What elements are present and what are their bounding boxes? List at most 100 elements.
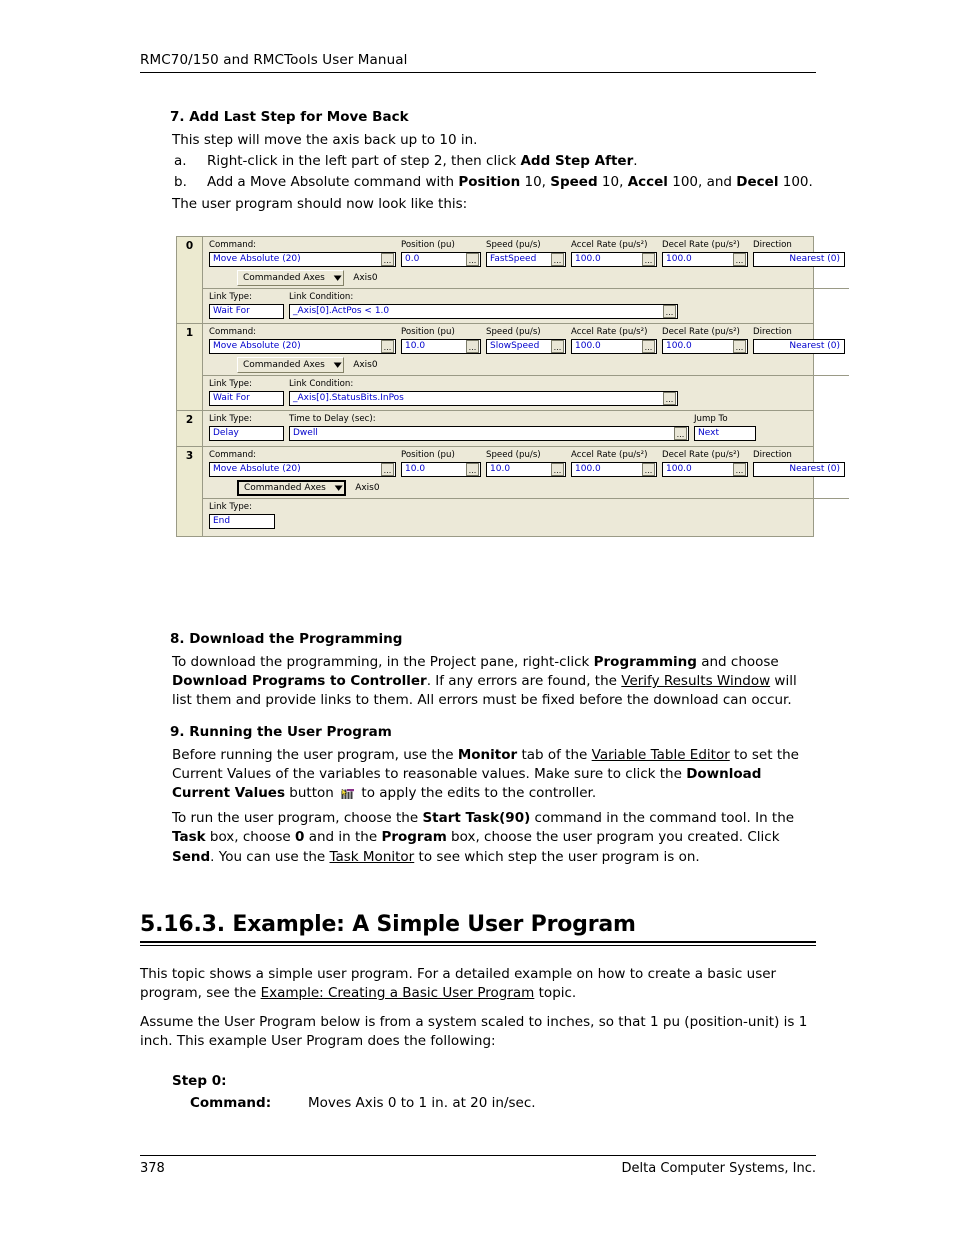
text-run: . <box>633 153 638 170</box>
jump-to-input[interactable]: Next <box>694 426 756 441</box>
speed-input[interactable]: FastSpeed ... <box>486 252 566 267</box>
browse-ellipsis-button[interactable]: ... <box>466 340 479 353</box>
field-label: Command: <box>209 240 257 250</box>
browse-ellipsis-button[interactable]: ... <box>642 253 655 266</box>
browse-ellipsis-button[interactable]: ... <box>551 463 564 476</box>
speed-value: SlowSpeed <box>490 341 540 351</box>
field-link-type: Link Type: End <box>209 502 275 529</box>
field-direction: Direction Nearest (0) <box>753 240 845 267</box>
text-run: 100, and <box>667 174 737 191</box>
inline-link[interactable]: Verify Results Window <box>621 673 770 689</box>
position-input[interactable]: 0.0 ... <box>401 252 481 267</box>
direction-input[interactable]: Nearest (0) <box>753 462 845 477</box>
browse-ellipsis-button[interactable]: ... <box>733 253 746 266</box>
decel-input[interactable]: 100.0 ... <box>662 252 748 267</box>
browse-ellipsis-button[interactable]: ... <box>733 463 746 476</box>
time-to-delay-input[interactable]: Dwell ... <box>289 426 689 441</box>
commanded-axes-dropdown[interactable]: Commanded Axes ▼ <box>237 357 345 373</box>
link-type-input[interactable]: Delay <box>209 426 284 441</box>
speed-input[interactable]: SlowSpeed ... <box>486 339 566 354</box>
field-label: Speed (pu/s) <box>486 240 541 250</box>
link-condition-input[interactable]: _Axis[0].StatusBits.InPos ... <box>289 391 678 406</box>
speed-input[interactable]: 10.0 ... <box>486 462 566 477</box>
link-type-input[interactable]: Wait For <box>209 304 284 319</box>
intro-paragraph-1: This topic shows a simple user program. … <box>140 965 820 1003</box>
link-type-input[interactable]: Wait For <box>209 391 284 406</box>
browse-ellipsis-button[interactable]: ... <box>381 253 394 266</box>
heading-rule-thin <box>140 944 816 946</box>
section-7-block: 7. Add Last Step for Move Back This step… <box>140 108 816 216</box>
link-condition-value: _Axis[0].ActPos < 1.0 <box>293 306 390 316</box>
decel-value: 100.0 <box>666 464 692 474</box>
browse-ellipsis-button[interactable]: ... <box>663 305 676 318</box>
command-input[interactable]: Move Absolute (20) ... <box>209 252 396 267</box>
commanded-axes-dropdown[interactable]: Commanded Axes ▼ <box>237 480 347 496</box>
rmctools-program-editor[interactable]: 0 Command: Move Absolute (20) ... Positi… <box>176 236 849 537</box>
text-run: and choose <box>696 654 779 671</box>
browse-ellipsis-button[interactable]: ... <box>466 463 479 476</box>
emphasis-text: Position <box>458 174 521 191</box>
section-7-outro: The user program should now look like th… <box>172 195 468 212</box>
position-input[interactable]: 10.0 ... <box>401 462 481 477</box>
field-link-type: Link Type: Wait For <box>209 292 284 319</box>
program-step-row[interactable]: 0 Command: Move Absolute (20) ... Positi… <box>177 237 849 324</box>
program-step-row[interactable]: 2 Link Type: Delay Time to Delay (sec): <box>177 411 813 447</box>
browse-ellipsis-button[interactable]: ... <box>733 340 746 353</box>
browse-ellipsis-button[interactable]: ... <box>642 340 655 353</box>
field-speed: Speed (pu/s) SlowSpeed ... <box>486 327 566 354</box>
link-condition-input[interactable]: _Axis[0].ActPos < 1.0 ... <box>289 304 678 319</box>
text-run: 10, <box>597 174 628 191</box>
link-type-input[interactable]: End <box>209 514 275 529</box>
program-step-row[interactable]: 1 Command: Move Absolute (20) ... Positi… <box>177 324 849 411</box>
inline-link[interactable]: Task Monitor <box>329 849 414 865</box>
link-block: Link Type: End <box>203 498 849 536</box>
text-run: To download the programming, in the Proj… <box>172 654 594 671</box>
field-command: Command: Move Absolute (20) ... <box>209 240 396 267</box>
list-item: b. Add a Move Absolute command with Posi… <box>140 173 816 192</box>
field-label: Link Type: <box>209 502 252 512</box>
accel-input[interactable]: 100.0 ... <box>571 462 657 477</box>
commanded-axes-label: Commanded Axes <box>244 483 326 493</box>
decel-input[interactable]: 100.0 ... <box>662 462 748 477</box>
browse-ellipsis-button[interactable]: ... <box>642 463 655 476</box>
field-label: Accel Rate (pu/s²) <box>571 240 648 250</box>
browse-ellipsis-button[interactable]: ... <box>674 427 687 440</box>
command-input[interactable]: Move Absolute (20) ... <box>209 339 396 354</box>
browse-ellipsis-button[interactable]: ... <box>551 253 564 266</box>
emphasis-text: Monitor <box>457 746 518 763</box>
accel-input[interactable]: 100.0 ... <box>571 339 657 354</box>
commanded-axes-dropdown[interactable]: Commanded Axes ▼ <box>237 270 345 286</box>
download-current-values-icon[interactable] <box>340 786 355 801</box>
inline-link[interactable]: Example: Creating a Basic User Program <box>261 985 535 1001</box>
page-footer: 378 Delta Computer Systems, Inc. <box>140 1155 816 1176</box>
text-run: topic. <box>534 985 577 1002</box>
command-value: Move Absolute (20) <box>213 341 301 351</box>
browse-ellipsis-button[interactable]: ... <box>466 253 479 266</box>
field-label: Link Type: <box>209 414 252 424</box>
section-8-paragraph: To download the programming, in the Proj… <box>172 653 820 710</box>
direction-input[interactable]: Nearest (0) <box>753 339 845 354</box>
section-8-heading: 8. Download the Programming <box>170 631 403 647</box>
decel-input[interactable]: 100.0 ... <box>662 339 748 354</box>
accel-input[interactable]: 100.0 ... <box>571 252 657 267</box>
browse-ellipsis-button[interactable]: ... <box>663 392 676 405</box>
step0-command-line: Command: Moves Axis 0 to 1 in. at 20 in/… <box>190 1094 820 1113</box>
text-run: . You can use the <box>210 848 330 865</box>
accel-value: 100.0 <box>575 464 601 474</box>
text-run: tab of the <box>517 746 592 763</box>
browse-ellipsis-button[interactable]: ... <box>551 340 564 353</box>
emphasis-text: Start Task(90) <box>422 810 531 827</box>
accel-value: 100.0 <box>575 341 601 351</box>
step-body: Command: Move Absolute (20) ... Position… <box>203 447 849 536</box>
command-input[interactable]: Move Absolute (20) ... <box>209 462 396 477</box>
position-input[interactable]: 10.0 ... <box>401 339 481 354</box>
field-direction: Direction Nearest (0) <box>753 450 845 477</box>
inline-link[interactable]: Variable Table Editor <box>592 747 730 763</box>
position-value: 0.0 <box>405 254 420 264</box>
browse-ellipsis-button[interactable]: ... <box>381 463 394 476</box>
program-step-row[interactable]: 3 Command: Move Absolute (20) ... Positi… <box>177 447 849 536</box>
speed-value: FastSpeed <box>490 254 537 264</box>
axis-name-label: Axis0 <box>355 483 380 493</box>
direction-input[interactable]: Nearest (0) <box>753 252 845 267</box>
browse-ellipsis-button[interactable]: ... <box>381 340 394 353</box>
